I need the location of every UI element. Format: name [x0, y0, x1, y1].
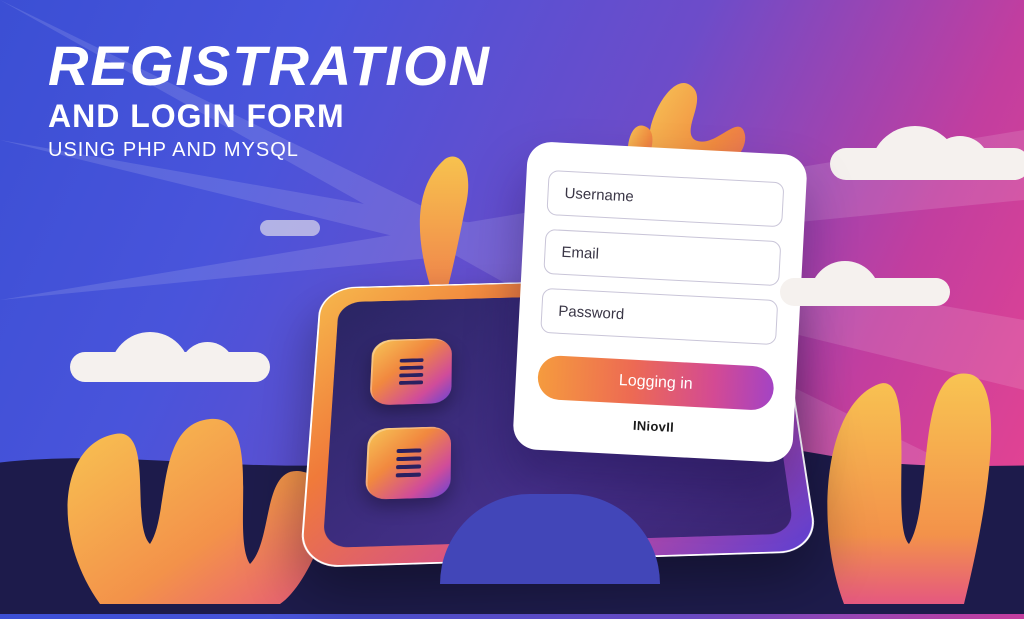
title-line3: USING PHP AND MYSQL [48, 139, 491, 162]
list-icon [396, 448, 422, 477]
email-field[interactable] [543, 229, 781, 286]
title-line1: REGISTRATION [48, 38, 491, 94]
app-tile-icon [369, 338, 452, 405]
plant-right-icon [804, 344, 1004, 604]
cloud-icon [830, 148, 1024, 180]
title-line2: AND LOGIN FORM [48, 98, 491, 135]
username-field[interactable] [546, 170, 784, 227]
cloud-icon [780, 278, 950, 306]
brand-label: INiovІl [535, 413, 771, 440]
cloud-icon [70, 352, 270, 382]
cloud-icon [260, 220, 320, 236]
page-title: REGISTRATION AND LOGIN FORM USING PHP AN… [48, 38, 491, 162]
app-tile-icon [365, 426, 451, 500]
list-icon [399, 358, 424, 385]
password-field[interactable] [540, 288, 778, 345]
login-button[interactable]: Logging in [537, 355, 775, 411]
login-card: Logging in INiovІl [512, 141, 808, 463]
plant-left-icon [60, 364, 320, 604]
